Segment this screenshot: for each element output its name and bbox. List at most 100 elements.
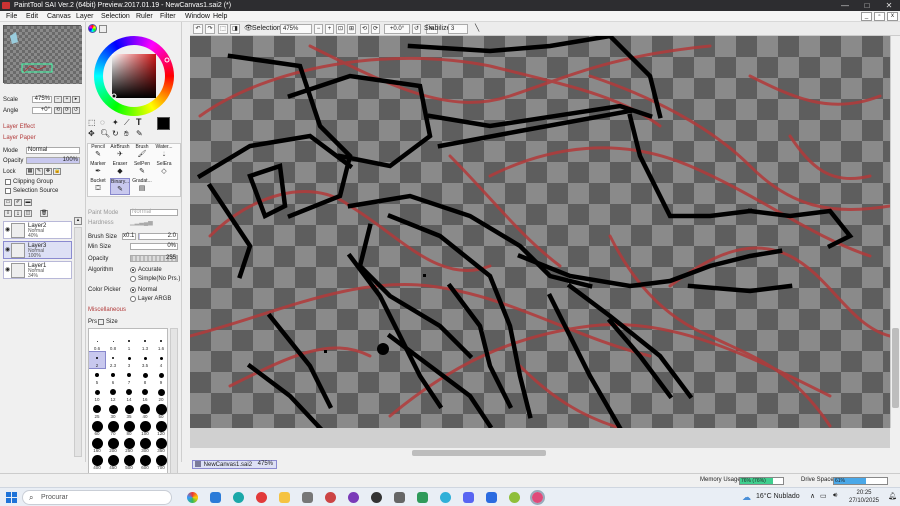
angle-field[interactable]: +0° bbox=[32, 107, 52, 114]
lasso-icon[interactable]: ◌ bbox=[100, 118, 105, 127]
brush-size-cell[interactable]: 40 bbox=[137, 403, 153, 419]
hardness-selector[interactable]: ▁▂▃▄▅ bbox=[130, 220, 178, 226]
brush-size-cell[interactable]: 12 bbox=[105, 386, 121, 402]
layer-paper-section[interactable]: Layer Paper bbox=[3, 135, 36, 141]
vertical-scroll-thumb[interactable] bbox=[892, 328, 899, 408]
layer-item[interactable]: ◉ Layer2 Normal 40% bbox=[3, 221, 72, 239]
stabilizer-select[interactable]: 3 bbox=[448, 24, 468, 34]
lock-paint-icon[interactable]: ✎ bbox=[35, 168, 43, 175]
layer-opacity-slider[interactable]: 100% bbox=[26, 157, 80, 164]
eye-icon[interactable]: ◉ bbox=[5, 266, 10, 273]
clock[interactable]: 20:25 27/10/2025 bbox=[844, 489, 884, 505]
menu-file[interactable]: File bbox=[6, 11, 17, 22]
paint-mode-select[interactable]: Normal bbox=[130, 209, 178, 216]
tool-marker[interactable]: Marker ✒ bbox=[88, 161, 108, 178]
rotate-field[interactable]: +0.0° bbox=[384, 24, 410, 34]
brush-size-cell[interactable]: 7 bbox=[121, 369, 137, 385]
scale-fit-button[interactable]: ▸ bbox=[72, 96, 80, 103]
zoom-reset-button[interactable]: ⊞ bbox=[347, 24, 356, 34]
doc-restore-button[interactable]: ▫ bbox=[874, 12, 885, 21]
transfer-down-icon[interactable]: ⇩ bbox=[4, 210, 12, 217]
zoom-icon[interactable]: 🔍︎ bbox=[100, 129, 110, 138]
brush-size-cell[interactable]: 3.5 bbox=[137, 352, 153, 368]
text-tool-icon[interactable]: T bbox=[136, 117, 142, 127]
selection-toggle-label[interactable]: Selection bbox=[252, 24, 281, 34]
miscellaneous-section[interactable]: Miscellaneous bbox=[88, 307, 126, 313]
brush-size-cell[interactable]: 500 bbox=[121, 454, 137, 470]
zoom-in-button[interactable]: + bbox=[325, 24, 334, 34]
folder-icon[interactable] bbox=[279, 492, 290, 503]
eye-icon[interactable]: ◉ bbox=[5, 226, 10, 233]
brush-size-cell[interactable]: 16 bbox=[137, 386, 153, 402]
pen-pressure-icon[interactable]: ╲ bbox=[475, 24, 479, 34]
tool-bucket[interactable]: Bucket ⛋ bbox=[88, 178, 108, 195]
menu-layer[interactable]: Layer bbox=[76, 11, 94, 22]
algorithm-accurate-radio[interactable] bbox=[130, 267, 136, 273]
app-icon-teal[interactable] bbox=[440, 492, 451, 503]
menu-ruler[interactable]: Ruler bbox=[136, 11, 153, 22]
tool-selpen[interactable]: SelPen ✎ bbox=[132, 161, 152, 178]
brush-size-cell[interactable]: 250 bbox=[121, 437, 137, 453]
new-folder-icon[interactable]: ▬ bbox=[24, 199, 32, 206]
eye-icon[interactable]: ◉ bbox=[5, 246, 10, 253]
brush-opacity-slider[interactable]: 255 bbox=[130, 255, 178, 262]
size-pressure-checkbox[interactable] bbox=[98, 319, 104, 325]
menu-canvas[interactable]: Canvas bbox=[47, 11, 71, 22]
clipping-group-checkbox[interactable] bbox=[5, 179, 11, 185]
redo-icon[interactable]: ↷ bbox=[205, 24, 215, 34]
close-button[interactable]: ✕ bbox=[878, 0, 900, 11]
rgb-slider-tab-icon[interactable] bbox=[98, 25, 107, 33]
brush-size-cell[interactable]: 25 bbox=[89, 403, 105, 419]
edge-icon[interactable] bbox=[233, 492, 244, 503]
chrome-icon[interactable] bbox=[187, 492, 198, 503]
eyedropper-icon[interactable]: ⟋ bbox=[124, 118, 130, 128]
menu-edit[interactable]: Edit bbox=[26, 11, 38, 22]
brush-size-cell[interactable]: 0.8 bbox=[105, 335, 121, 351]
weather-text[interactable]: 16°C Nublado bbox=[756, 493, 800, 500]
vertical-scrollbar[interactable] bbox=[890, 36, 900, 428]
tool-airbrush[interactable]: AirBrush ✈︎ bbox=[110, 144, 130, 161]
layer-effect-section[interactable]: Layer Effect bbox=[3, 124, 35, 130]
menu-filter[interactable]: Filter bbox=[160, 11, 176, 22]
angle-left-button[interactable]: ⟲ bbox=[54, 107, 62, 114]
brush-size-cell[interactable]: 300 bbox=[137, 437, 153, 453]
scale-field[interactable]: 475% bbox=[32, 96, 52, 103]
brush-size-cell[interactable]: 120 bbox=[153, 420, 167, 436]
layer-item-selected[interactable]: ◉ Layer3 Normal 100% bbox=[3, 241, 72, 259]
brush-size-multiplier[interactable]: x0.1 bbox=[122, 233, 136, 240]
brush-size-slider[interactable]: 2.0 bbox=[138, 233, 178, 240]
brush-size-cell[interactable]: 2 bbox=[89, 351, 106, 369]
selection-source-checkbox[interactable] bbox=[5, 188, 11, 194]
lock-move-icon[interactable]: ✥ bbox=[44, 168, 52, 175]
canvas-viewport[interactable] bbox=[190, 36, 890, 428]
magic-wand-icon[interactable]: ✦ bbox=[112, 118, 119, 127]
horizontal-scrollbar[interactable] bbox=[190, 448, 890, 458]
brush-size-cell[interactable]: 8 bbox=[137, 369, 153, 385]
brush-size-cell[interactable]: 1 bbox=[121, 335, 137, 351]
app-icon-red[interactable] bbox=[325, 492, 336, 503]
windows-start-icon[interactable] bbox=[6, 492, 17, 503]
notification-icon[interactable]: 🔔︎ bbox=[888, 492, 897, 500]
layer-scrollbar[interactable] bbox=[74, 227, 82, 457]
menu-selection[interactable]: Selection bbox=[101, 11, 130, 22]
rotate-left-button[interactable]: ⟲ bbox=[360, 24, 369, 34]
scale-plus-button[interactable]: + bbox=[63, 96, 71, 103]
brush-size-cell[interactable]: 3 bbox=[121, 352, 137, 368]
new-layer-icon[interactable]: ▭ bbox=[4, 199, 12, 206]
brush-size-cell[interactable]: 400 bbox=[89, 454, 105, 470]
minimize-button[interactable]: — bbox=[834, 0, 856, 11]
brush-size-cell[interactable]: 6 bbox=[105, 369, 121, 385]
app-icon-gray[interactable] bbox=[394, 492, 405, 503]
menu-window[interactable]: Window bbox=[185, 11, 210, 22]
brush-size-cell[interactable]: 9 bbox=[153, 369, 167, 385]
angle-right-button[interactable]: ⟳ bbox=[63, 107, 71, 114]
min-size-slider[interactable]: 0% bbox=[130, 243, 178, 250]
lock-transparency-icon[interactable]: ▦ bbox=[26, 168, 34, 175]
tray-chevron-icon[interactable]: ∧ bbox=[810, 492, 815, 500]
brush-size-cell[interactable]: 60 bbox=[89, 420, 105, 436]
doc-close-button[interactable]: x bbox=[887, 12, 898, 21]
layer-item[interactable]: ◉ Layer1 Normal 34% bbox=[3, 261, 72, 279]
tool-eraser[interactable]: Eraser ◆ bbox=[110, 161, 130, 178]
brush-size-cell[interactable]: 10 bbox=[89, 386, 105, 402]
menu-help[interactable]: Help bbox=[213, 11, 227, 22]
